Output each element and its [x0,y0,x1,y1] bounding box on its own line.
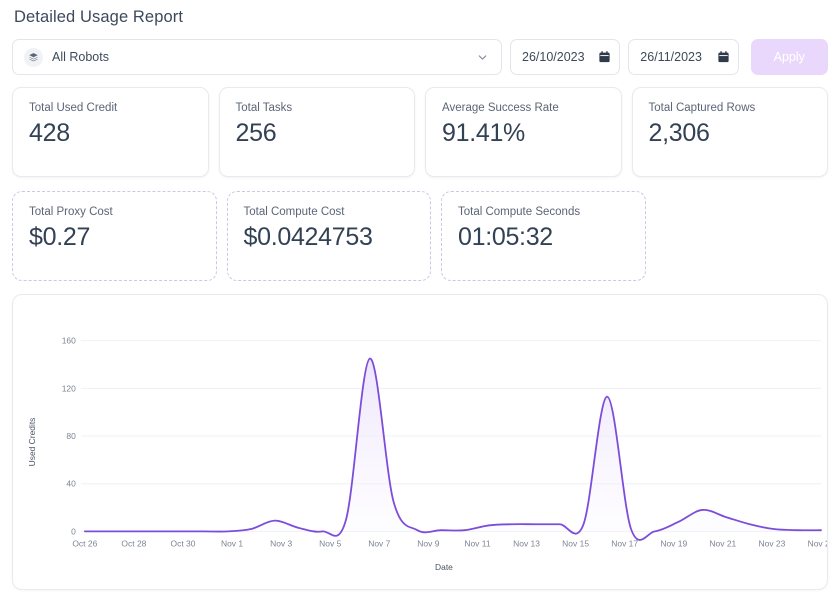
chart-x-axis-label: Date [435,562,453,572]
date-to-value: 26/11/2023 [640,50,702,64]
chart-x-tick-label: Nov 7 [368,538,390,548]
robot-select-value: All Robots [52,50,109,64]
layers-icon [24,47,43,67]
usage-chart-panel: 0 40 80 120 160 Oct 26 Oct 28 Oct 30 Nov 1 Nov 3… [12,294,828,590]
chart-gridlines [80,340,822,532]
chart-y-tick-label: 40 [66,479,76,489]
chart-x-tick-label: Nov 5 [319,538,341,548]
chart-x-tick-label: Oct 30 [171,538,196,548]
date-from-input[interactable]: 26/10/2023 [510,39,621,75]
stat-cards-spacer [656,191,829,281]
date-from-value: 26/10/2023 [522,50,585,64]
stat-card-label: Total Captured Rows [648,102,756,114]
stat-card-value: $0.27 [29,223,91,251]
chart-x-tick-label: Nov 1 [221,538,243,548]
stat-card: Total Compute Cost $0.0424753 [226,191,431,281]
stat-card-label: Total Tasks [235,102,293,114]
stat-card: Average Success Rate 91.41% [425,87,622,177]
chart-x-tick-label: Oct 26 [72,538,97,548]
chart-x-tick-label: Nov 11 [464,538,491,548]
stat-card-value: 2,306 [648,119,710,147]
chart-x-tick-label: Nov 26 [808,538,827,548]
stat-card-label: Total Compute Seconds [458,206,581,218]
chart-y-axis-label: Used Credits [27,418,37,467]
stat-card: Total Captured Rows 2,306 [631,87,828,177]
chart-y-tick-label: 120 [62,383,76,393]
calendar-icon[interactable] [599,51,610,63]
chart-y-tick-label: 0 [71,526,76,536]
page-title: Detailed Usage Report [14,8,184,26]
chart-x-tick-label: Nov 21 [709,538,736,548]
stat-card-value: $0.0424753 [243,223,373,251]
stat-card-value: 01:05:32 [458,223,553,251]
usage-report-page: Detailed Usage Report All Robots 26/10/2… [0,0,840,616]
chart-x-tick-label: Nov 23 [759,538,786,548]
chart-x-tick-label: Nov 17 [611,538,638,548]
chart-x-tick-label: Nov 19 [660,538,687,548]
stat-card-label: Total Used Credit [29,102,118,114]
filter-bar: All Robots 26/10/2023 26/11/2023 Apply [10,39,830,75]
apply-button[interactable]: Apply [750,39,828,75]
chart-x-tick-label: Nov 3 [270,538,292,548]
chevron-down-icon [476,51,489,64]
stat-card: Total Tasks 256 [218,87,415,177]
date-to-input[interactable]: 26/11/2023 [628,39,739,75]
chart-y-ticks: 0 40 80 120 160 [62,336,76,537]
chart-x-tick-label: Nov 9 [417,538,439,548]
stat-card-value: 91.41% [442,119,525,147]
stat-card-label: Total Compute Cost [243,206,345,218]
stat-card-value: 256 [235,119,277,147]
chart-x-ticks: Oct 26 Oct 28 Oct 30 Nov 1 Nov 3 Nov 5 Nov 7 No… [72,538,827,548]
stat-cards-secondary: Total Proxy Cost $0.27 Total Compute Cos… [10,191,830,281]
chart-x-tick-label: Oct 28 [121,538,146,548]
usage-chart: 0 40 80 120 160 Oct 26 Oct 28 Oct 30 Nov 1 Nov 3… [27,336,827,572]
chart-x-tick-label: Nov 15 [562,538,589,548]
robot-select[interactable]: All Robots [12,39,502,75]
calendar-icon[interactable] [717,51,729,63]
stat-card-label: Average Success Rate [442,102,559,114]
chart-x-tick-label: Nov 13 [513,538,540,548]
stat-card-value: 428 [29,119,70,147]
chart-y-tick-label: 80 [66,431,76,441]
stat-card: Total Compute Seconds 01:05:32 [441,191,646,281]
stat-card: Total Used Credit 428 [12,87,209,177]
chart-y-tick-label: 160 [62,336,76,346]
chart-area-fill [84,358,822,540]
stat-card-label: Total Proxy Cost [29,206,113,218]
stat-card: Total Proxy Cost $0.27 [12,191,217,281]
stat-cards-primary: Total Used Credit 428 Total Tasks 256 Av… [10,87,830,177]
